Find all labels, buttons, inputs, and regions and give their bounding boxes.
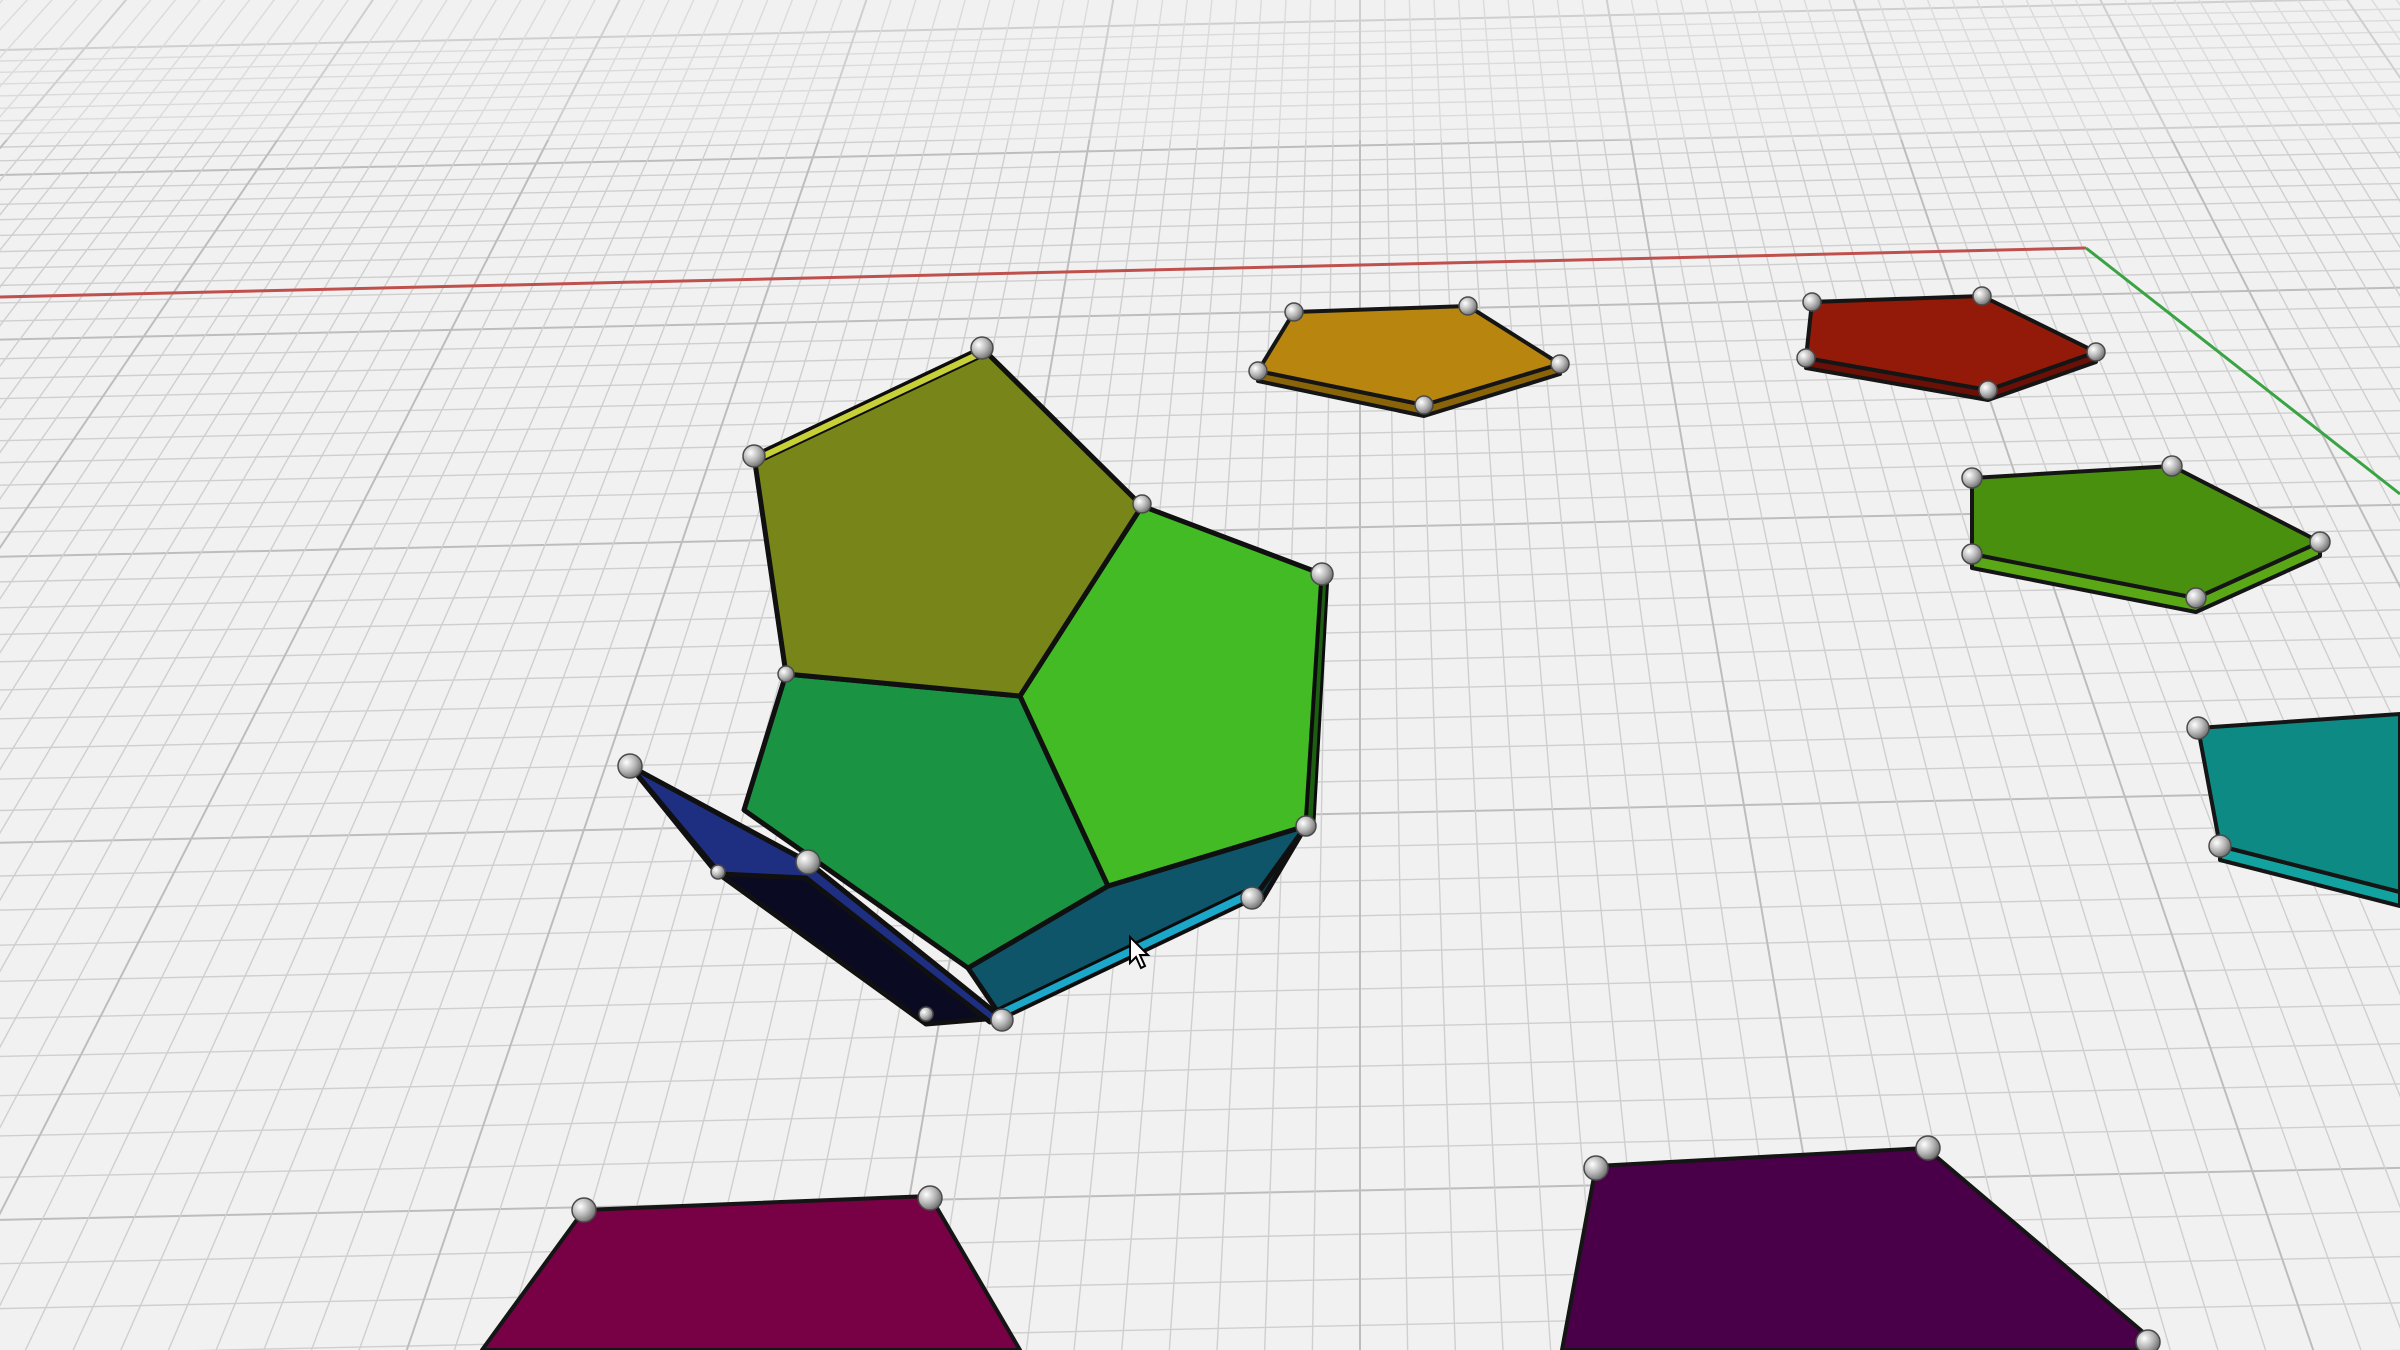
vertex-handle[interactable]	[1961, 543, 1983, 565]
vertex-handle[interactable]	[1978, 380, 1998, 400]
vertex-handle[interactable]	[970, 336, 994, 360]
vertex-handle[interactable]	[1583, 1155, 1609, 1181]
vertex-handle[interactable]	[2186, 716, 2210, 740]
vertex-handle[interactable]	[2086, 342, 2106, 362]
vertex-handle[interactable]	[1295, 815, 1317, 837]
vertex-handle[interactable]	[1802, 292, 1822, 312]
vertex-handle[interactable]	[2185, 587, 2207, 609]
vertex-handle[interactable]	[742, 444, 766, 468]
vertex-handle[interactable]	[917, 1185, 943, 1211]
vertex-handle[interactable]	[1284, 302, 1304, 322]
vertex-handle[interactable]	[2208, 834, 2232, 858]
vertex-handle[interactable]	[795, 849, 821, 875]
vertex-handle[interactable]	[1915, 1135, 1941, 1161]
3d-viewport[interactable]	[0, 0, 2400, 1350]
vertex-handle[interactable]	[1961, 467, 1983, 489]
vertex-handle[interactable]	[710, 864, 726, 880]
vertex-handle[interactable]	[1458, 296, 1478, 316]
vertex-handle[interactable]	[2161, 455, 2183, 477]
vertex-handle[interactable]	[617, 753, 643, 779]
vertex-handle[interactable]	[1550, 354, 1570, 374]
vertex-handle[interactable]	[1132, 494, 1152, 514]
vertex-handle[interactable]	[2135, 1329, 2161, 1350]
vertex-handle[interactable]	[777, 665, 795, 683]
vertex-handle[interactable]	[1248, 361, 1268, 381]
vertex-handle[interactable]	[1972, 286, 1992, 306]
vertex-handle[interactable]	[1240, 886, 1264, 910]
vertex-handle[interactable]	[990, 1008, 1014, 1032]
vertex-handle[interactable]	[1310, 562, 1334, 586]
vertex-handle[interactable]	[2309, 531, 2331, 553]
vertex-handle[interactable]	[918, 1006, 934, 1022]
vertex-handle[interactable]	[1796, 348, 1816, 368]
vertex-handle[interactable]	[571, 1197, 597, 1223]
vertex-handle[interactable]	[1414, 395, 1434, 415]
